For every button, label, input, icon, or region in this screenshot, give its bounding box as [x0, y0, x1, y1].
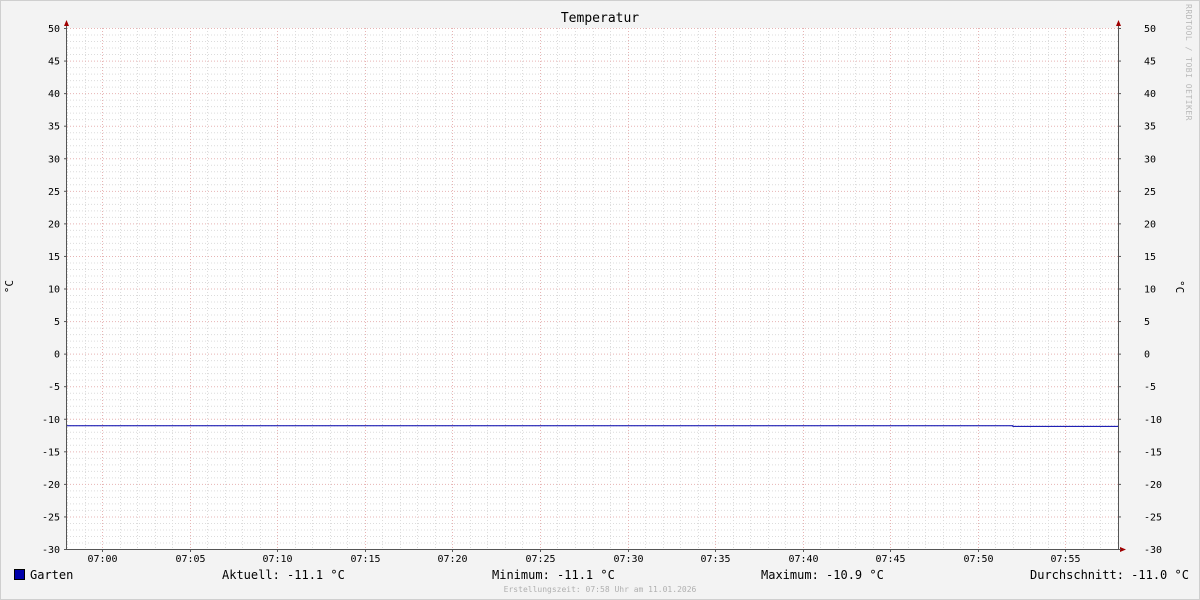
y-tick-label: 15 — [1144, 252, 1156, 263]
x-tick-label: 07:00 — [87, 554, 117, 565]
x-tick-label: 07:35 — [700, 554, 730, 565]
y-tick-label: -30 — [1144, 545, 1162, 556]
x-tick-label: 07:15 — [350, 554, 380, 565]
y-tick-label: 20 — [48, 219, 60, 230]
y-axis-label-left: °C — [3, 280, 16, 294]
legend-average: Durchschnitt: -11.0 °C — [1030, 568, 1189, 582]
y-axis-label-right: °C — [1173, 280, 1186, 294]
chart-canvas: 50454035302520151050-5-10-15-20-25-30 50… — [42, 20, 1162, 565]
x-tick-label: 07:20 — [437, 554, 467, 565]
legend-minimum: Minimum: -11.1 °C — [492, 568, 615, 582]
y-tick-label: -20 — [1144, 480, 1162, 491]
y-tick-label: 35 — [48, 122, 60, 133]
rrdtool-watermark: RRDTOOL / TOBI OETIKER — [1184, 4, 1193, 121]
x-tick-label: 07:50 — [963, 554, 993, 565]
x-tick-label: 07:30 — [613, 554, 643, 565]
x-tick-label: 07:40 — [788, 554, 818, 565]
y-tick-label: 0 — [54, 350, 60, 361]
y-tick-label: -10 — [1144, 415, 1162, 426]
y-tick-label: 45 — [1144, 57, 1156, 68]
y-tick-label: -5 — [1144, 382, 1156, 393]
y-tick-label: 20 — [1144, 219, 1156, 230]
y-tick-label: 25 — [48, 187, 60, 198]
footer-timestamp: Erstellungszeit: 07:58 Uhr am 11.01.2026 — [503, 585, 697, 594]
y-tick-label: 40 — [48, 89, 60, 100]
x-tick-label: 07:55 — [1050, 554, 1080, 565]
legend-series-name: Garten — [30, 568, 74, 582]
y-tick-label: -25 — [42, 512, 60, 523]
y-tick-label: -30 — [42, 545, 60, 556]
y-tick-label: 15 — [48, 252, 60, 263]
y-tick-label: 5 — [54, 317, 60, 328]
y-tick-label: 40 — [1144, 89, 1156, 100]
legend-swatch-garten — [14, 569, 25, 580]
y-tick-label: 10 — [1144, 285, 1156, 296]
y-tick-labels-left: 50454035302520151050-5-10-15-20-25-30 — [42, 24, 60, 556]
y-tick-label: 25 — [1144, 187, 1156, 198]
x-tick-label: 07:10 — [262, 554, 292, 565]
y-tick-label: 10 — [48, 285, 60, 296]
y-tick-labels-right: 50454035302520151050-5-10-15-20-25-30 — [1144, 24, 1162, 556]
y-tick-label: -15 — [42, 447, 60, 458]
y-tick-label: -25 — [1144, 512, 1162, 523]
x-tick-label: 07:05 — [175, 554, 205, 565]
y-tick-label: 30 — [1144, 154, 1156, 165]
y-tick-label: -10 — [42, 415, 60, 426]
x-tick-label: 07:25 — [525, 554, 555, 565]
y-tick-label: -5 — [48, 382, 60, 393]
y-tick-label: 30 — [48, 154, 60, 165]
y-tick-label: 0 — [1144, 350, 1150, 361]
x-tick-label: 07:45 — [875, 554, 905, 565]
legend-maximum: Maximum: -10.9 °C — [761, 568, 884, 582]
x-tick-labels: 07:00 07:05 07:10 07:15 07:20 07:25 07:30 07:35… — [87, 554, 1080, 565]
chart-title: Temperatur — [560, 11, 640, 26]
y-tick-label: 35 — [1144, 122, 1156, 133]
y-tick-label: -20 — [42, 480, 60, 491]
legend-current: Aktuell: -11.1 °C — [222, 568, 345, 582]
y-tick-label: 45 — [48, 57, 60, 68]
y-tick-label: 5 — [1144, 317, 1150, 328]
y-tick-label: -15 — [1144, 447, 1162, 458]
